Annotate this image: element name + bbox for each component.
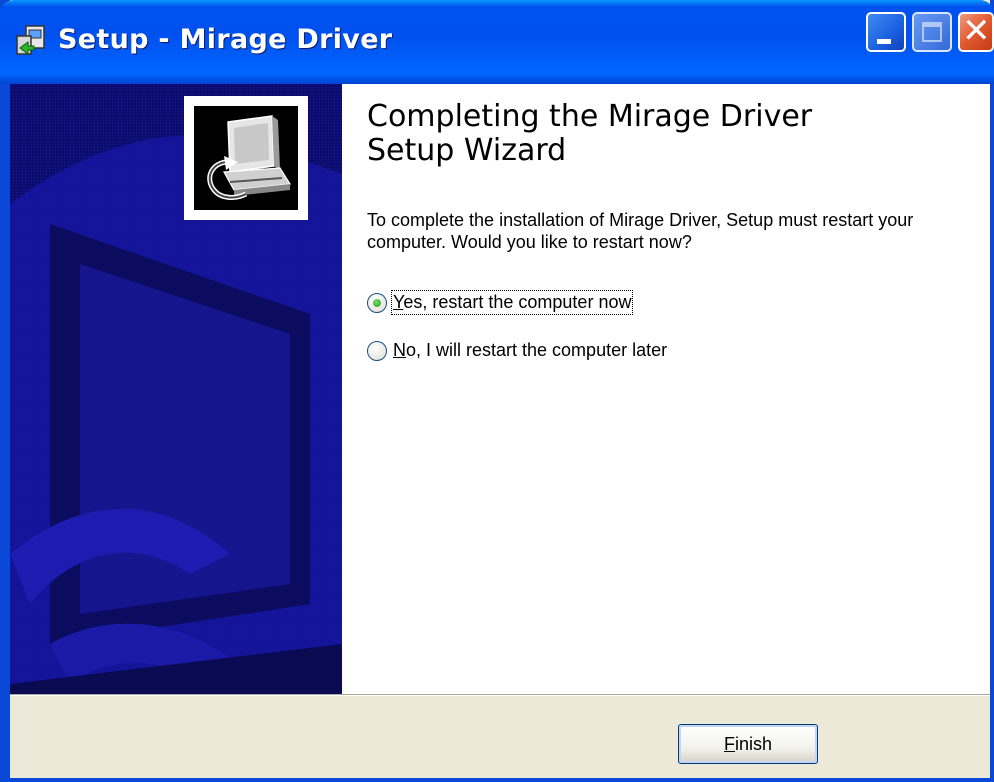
restart-now-label[interactable]: Yes, restart the computer now [390,290,634,315]
page-title-line-1: Completing the Mirage Driver [367,99,813,134]
window-title: Setup - Mirage Driver [58,24,393,55]
restart-later-text: o, I will restart the computer later [406,340,668,360]
minimize-icon [877,39,891,44]
restart-now-radio[interactable] [367,292,387,313]
maximize-icon [922,22,942,42]
restart-description: To complete the installation of Mirage D… [367,210,914,252]
close-icon: ✕ [962,11,991,51]
minimize-button[interactable] [866,12,906,52]
restart-now-option[interactable]: Yes, restart the computer now [367,290,634,315]
restart-later-mnemonic: N [393,340,406,360]
restart-later-radio[interactable] [367,340,387,361]
close-button[interactable]: ✕ [958,11,994,52]
restart-now-text: es, restart the computer now [403,292,632,312]
page-title: Completing the Mirage Driver Setup Wizar… [367,100,967,168]
wizard-icon-frame [184,96,308,220]
finish-mnemonic: F [723,734,735,754]
footer-separator [10,694,990,696]
wizard-content: Completing the Mirage Driver Setup Wizar… [342,84,990,694]
restart-later-label[interactable]: No, I will restart the computer later [393,340,667,361]
restart-later-option[interactable]: No, I will restart the computer later [367,340,667,361]
page-title-line-2: Setup Wizard [367,133,567,168]
computer-install-icon [194,106,298,210]
finish-button[interactable]: Finish [678,724,818,764]
title-bar[interactable]: Setup - Mirage Driver ✕ [0,0,994,84]
finish-label: inish [734,734,773,754]
wizard-sidebar-image [10,84,342,694]
restart-now-mnemonic: Y [393,292,404,312]
setup-app-icon [16,25,45,55]
setup-window: Setup - Mirage Driver ✕ Completing the M… [0,0,994,782]
maximize-button [912,12,952,52]
